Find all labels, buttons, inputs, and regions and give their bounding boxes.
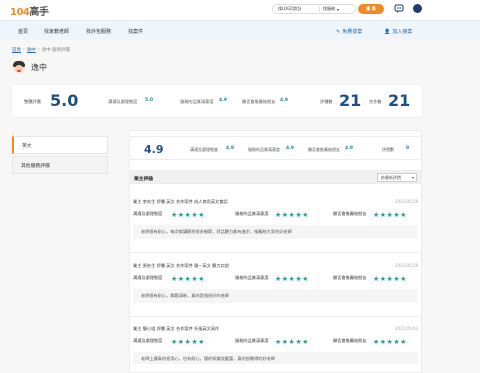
- avatar: [12, 60, 26, 74]
- tab-other-reviews[interactable]: 其他服務評價: [12, 156, 108, 174]
- breadcrumb-separator: ›: [23, 47, 25, 52]
- join-expert-label: 加入接案: [392, 29, 413, 35]
- breadcrumb-current: 逸中 服務評價: [41, 48, 71, 53]
- nav-home[interactable]: 首頁: [18, 28, 28, 35]
- service-category-list: 英文 其他服務評價: [12, 136, 108, 174]
- add-user-icon: 👤: [384, 28, 391, 35]
- join-expert-button[interactable]: 👤 加入接案: [384, 28, 413, 36]
- chevron-down-icon: ▾: [337, 6, 340, 12]
- review-comment: 老師上課真的很用心，也有耐心，懂的知識很豐富，真的很難得的好老師: [133, 352, 418, 364]
- search-button[interactable]: 搜 尋: [358, 4, 384, 14]
- reviews-header: 業主評論 依最新評價 ▾: [129, 170, 422, 184]
- logo-number: 104: [10, 7, 30, 18]
- chevron-down-icon: ▾: [411, 175, 414, 180]
- star-rating-icon: ★★★★★: [171, 338, 205, 346]
- review-meta: 業主 李先生 評價 英文 合作案件 成人商用英文會話: [133, 199, 228, 204]
- star-rating-icon: ★★★★★: [171, 275, 205, 283]
- star-rating-icon: ★★★★★: [275, 338, 309, 346]
- star-rating-icon: ★★★★★: [171, 211, 205, 219]
- overall-score: 5.0: [50, 91, 79, 110]
- logo-text: 高手: [29, 7, 49, 18]
- nav-find-cases[interactable]: 找案件: [128, 28, 143, 35]
- search-type-label: 找服務: [323, 6, 335, 11]
- review-comment: 老師很有耐心，解題清晰，真的是個很好的老師: [133, 289, 418, 303]
- summary-recommend-label: 願否會推薦給朋友: [308, 147, 340, 152]
- user-avatar-icon[interactable]: [413, 4, 422, 13]
- profile-header: 逸中: [12, 60, 47, 74]
- star-rating-icon: ★★★★★: [373, 275, 407, 283]
- rating-label: 溝通及處理態度: [133, 275, 163, 280]
- chat-icon[interactable]: [394, 4, 404, 14]
- rating-label: 服務的品質滿意度: [235, 211, 269, 216]
- rating-quality-value: 4.9: [219, 98, 227, 103]
- review-date: 2021/05/18: [394, 263, 418, 268]
- profile-name: 逸中: [31, 62, 47, 72]
- rating-communication-label: 溝通及處理態度: [108, 99, 138, 104]
- reviews-count-label: 評價數: [320, 99, 333, 104]
- summary-quality-label: 服務的品質滿意度: [248, 147, 280, 152]
- search-type-select[interactable]: 找服務 ▾: [320, 6, 339, 12]
- rating-communication-value: 5.0: [145, 98, 153, 103]
- sort-select[interactable]: 依最新評價 ▾: [377, 173, 417, 182]
- rating-label: 服務的品質滿意度: [235, 338, 269, 343]
- post-free-button[interactable]: ✎ 免費發案: [336, 28, 363, 36]
- rating-recommend-value: 4.9: [280, 98, 288, 103]
- nav-find-tutor[interactable]: 找家教老師: [44, 28, 69, 35]
- review-meta: 業主 簡小姐 評價 英文 合作案件 托福英文寫作: [133, 326, 220, 331]
- breadcrumb-separator: ›: [37, 47, 40, 52]
- cases-count-label: 合作數: [369, 99, 382, 104]
- reviews-count: 21: [339, 91, 362, 110]
- top-bar: 104高手 找LOGO設計 找服務 ▾ 搜 尋: [0, 0, 480, 20]
- service-score: 4.9: [144, 143, 164, 156]
- main-nav: 首頁 找家教老師 找外包服務 找案件 ✎ 免費發案 👤 加入接案: [0, 20, 480, 40]
- reviews-title: 業主評論: [134, 177, 154, 182]
- post-free-label: 免費發案: [342, 29, 363, 35]
- summary-recommend-value: 4.9: [345, 146, 353, 151]
- star-rating-icon: ★★★★★: [275, 211, 309, 219]
- star-rating-icon: ★★★★★: [275, 275, 309, 283]
- search-box: 找LOGO設計 找服務 ▾: [272, 4, 356, 14]
- search-input[interactable]: 找LOGO設計: [273, 6, 319, 12]
- tab-english[interactable]: 英文: [12, 136, 108, 154]
- rating-label: 願否會推薦給朋友: [333, 275, 367, 280]
- rating-recommend-label: 願否會推薦給朋友: [242, 99, 276, 104]
- summary-communication-label: 溝通及處理態度: [190, 147, 218, 152]
- summary-reviews-count: 9: [406, 146, 410, 151]
- rating-quality-label: 服務的品質滿意度: [180, 99, 214, 104]
- pencil-icon: ✎: [336, 28, 341, 35]
- review-meta: 業主 張先生 評價 英文 合作案件 國一英文 聽力口說: [133, 263, 229, 268]
- star-rating-icon: ★★★★★: [373, 211, 407, 219]
- review-comment: 老師很有耐心，每次都講解到很多細節，對話聽力都有進步，推薦給大家的好老師: [133, 225, 418, 239]
- breadcrumb: 首頁 › 逸中 › 逸中 服務評價: [12, 47, 70, 53]
- summary-communication-value: 4.9: [226, 146, 234, 151]
- rating-label: 願否會推薦給朋友: [333, 211, 367, 216]
- overall-rating-bar: 整體評價 5.0 溝通及處理態度 5.0 服務的品質滿意度 4.9 願否會推薦給…: [12, 85, 422, 117]
- rating-label: 服務的品質滿意度: [235, 275, 269, 280]
- review-divider: [129, 316, 422, 317]
- nav-find-outsourcing[interactable]: 找外包服務: [86, 28, 111, 35]
- rating-label: 溝通及處理態度: [133, 211, 163, 216]
- cases-count: 21: [388, 91, 411, 110]
- rating-label: 願否會推薦給朋友: [333, 338, 367, 343]
- summary-reviews-label: 評價數: [382, 147, 394, 152]
- review-divider: [129, 252, 422, 253]
- review-date: 2021/05/03: [394, 326, 418, 331]
- breadcrumb-home[interactable]: 首頁: [12, 47, 21, 53]
- breadcrumb-profile[interactable]: 逸中: [27, 47, 36, 53]
- star-rating-icon: ★★★★★: [373, 338, 407, 346]
- site-logo[interactable]: 104高手: [10, 3, 49, 18]
- service-summary-bar: 4.9 溝通及處理態度 4.9 服務的品質滿意度 4.9 願否會推薦給朋友 4.…: [129, 136, 422, 160]
- summary-quality-value: 4.9: [286, 146, 294, 151]
- overall-label: 整體評價: [24, 99, 41, 104]
- review-date: 2021/05/18: [394, 199, 418, 204]
- rating-label: 溝通及處理態度: [133, 338, 163, 343]
- sort-select-value: 依最新評價: [381, 174, 401, 180]
